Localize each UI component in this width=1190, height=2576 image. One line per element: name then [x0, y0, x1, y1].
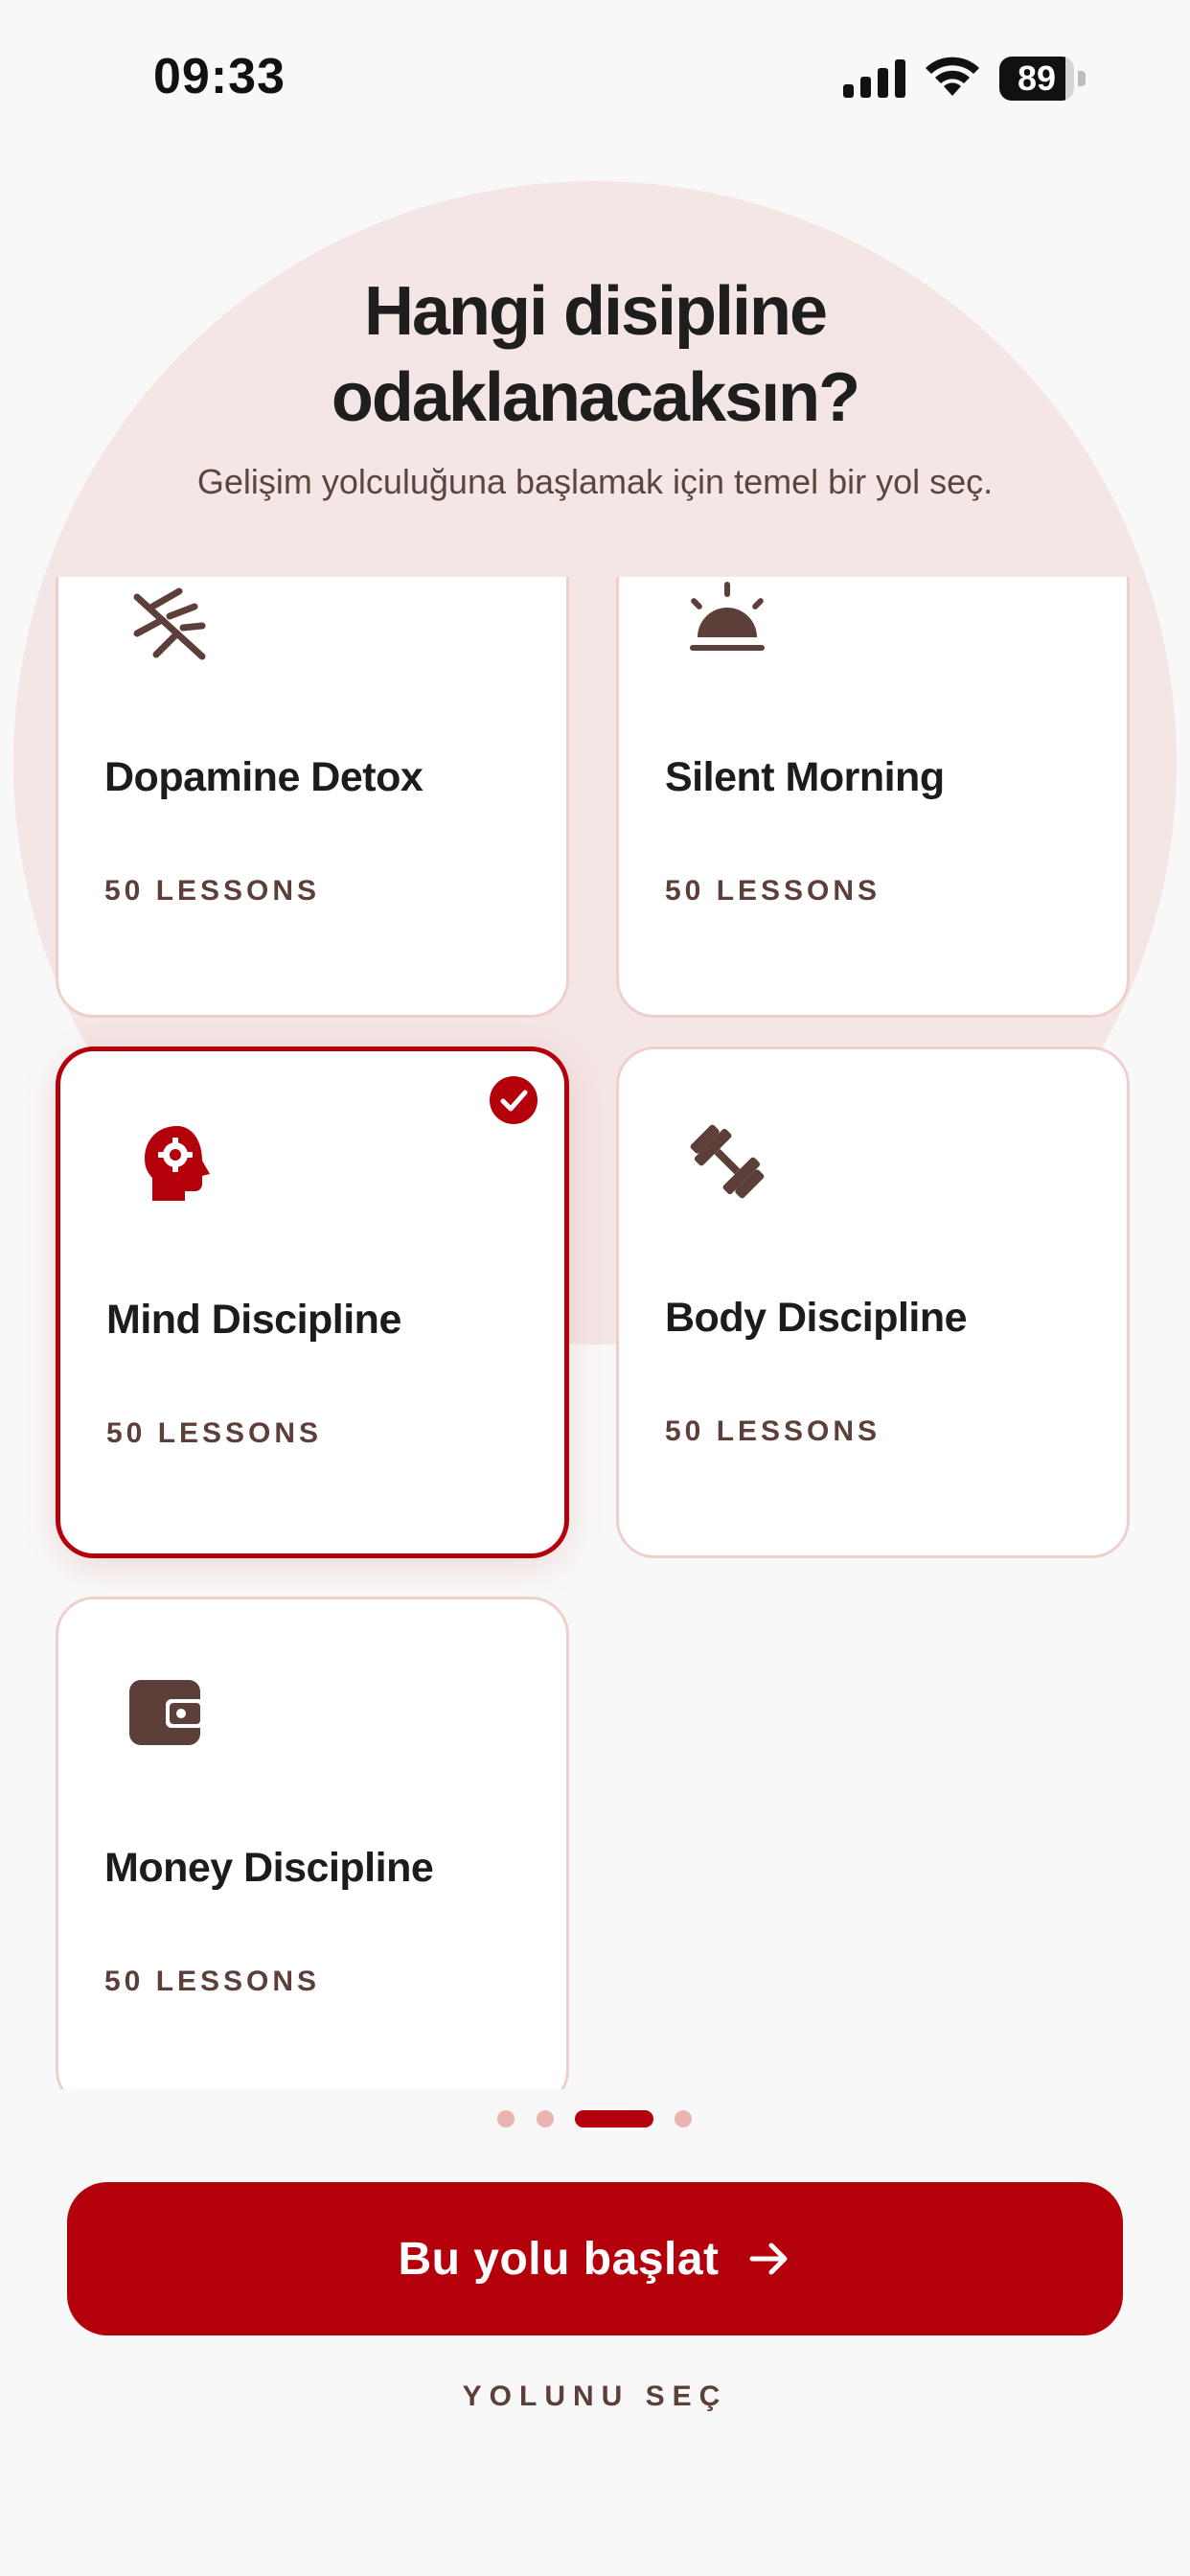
card-title: Silent Morning [665, 754, 945, 800]
card-lesson-count: 50 LESSONS [106, 1417, 323, 1449]
card-title: Body Discipline [665, 1295, 968, 1341]
head-gear-icon [145, 1126, 210, 1201]
status-time: 09:33 [153, 49, 286, 104]
page-subtitle: Gelişim yolculuğuna başlamak için temel … [196, 462, 994, 501]
card-title: Dopamine Detox [104, 754, 423, 800]
dopamine-detox-icon [133, 587, 206, 660]
battery-percent: 89 [1017, 58, 1057, 98]
battery-indicator: 89 [999, 57, 1087, 101]
pagination-dot[interactable] [537, 2110, 554, 2128]
card-lesson-count: 50 LESSONS [104, 1966, 321, 1997]
card-body-discipline[interactable]: Body Discipline 50 LESSONS [616, 1046, 1130, 1558]
pagination-dot[interactable] [497, 2110, 515, 2128]
choose-path-label: YOLUNU SEÇ [462, 2380, 728, 2412]
card-dopamine-detox[interactable]: Dopamine Detox 50 LESSONS [56, 577, 569, 1018]
pagination-dot-active[interactable] [575, 2110, 653, 2128]
page-title: Hangi disipline odaklanacaksın? [331, 273, 860, 436]
card-money-discipline[interactable]: Money Discipline 50 LESSONS [56, 1597, 569, 2089]
wifi-icon [926, 57, 979, 96]
status-bar: 09:33 89 [0, 0, 1190, 153]
header: Hangi disipline odaklanacaksın? Gelişim … [0, 268, 1190, 502]
card-lesson-count: 50 LESSONS [665, 1415, 881, 1447]
card-mind-discipline[interactable]: Mind Discipline 50 LESSONS [56, 1046, 569, 1558]
start-path-button-label: Bu yolu başlat [398, 2233, 720, 2285]
start-path-button[interactable]: Bu yolu başlat [67, 2182, 1123, 2335]
card-title: Money Discipline [104, 1845, 434, 1891]
dumbbell-icon [690, 1124, 765, 1199]
discipline-grid[interactable]: Dopamine Detox 50 LESSONS Silent Morning… [0, 577, 1190, 2089]
sunrise-icon [690, 582, 765, 651]
card-silent-morning[interactable]: Silent Morning 50 LESSONS [616, 577, 1130, 1018]
pagination-dots [0, 2110, 1190, 2129]
arrow-right-icon [749, 2242, 788, 2275]
pagination-dot[interactable] [675, 2110, 692, 2128]
card-title: Mind Discipline [106, 1297, 401, 1343]
checkmark-icon [490, 1076, 538, 1124]
card-lesson-count: 50 LESSONS [665, 875, 881, 907]
cellular-signal-icon [843, 59, 905, 98]
card-lesson-count: 50 LESSONS [104, 875, 321, 907]
wallet-icon [129, 1680, 204, 1745]
battery-cap [1078, 71, 1086, 86]
